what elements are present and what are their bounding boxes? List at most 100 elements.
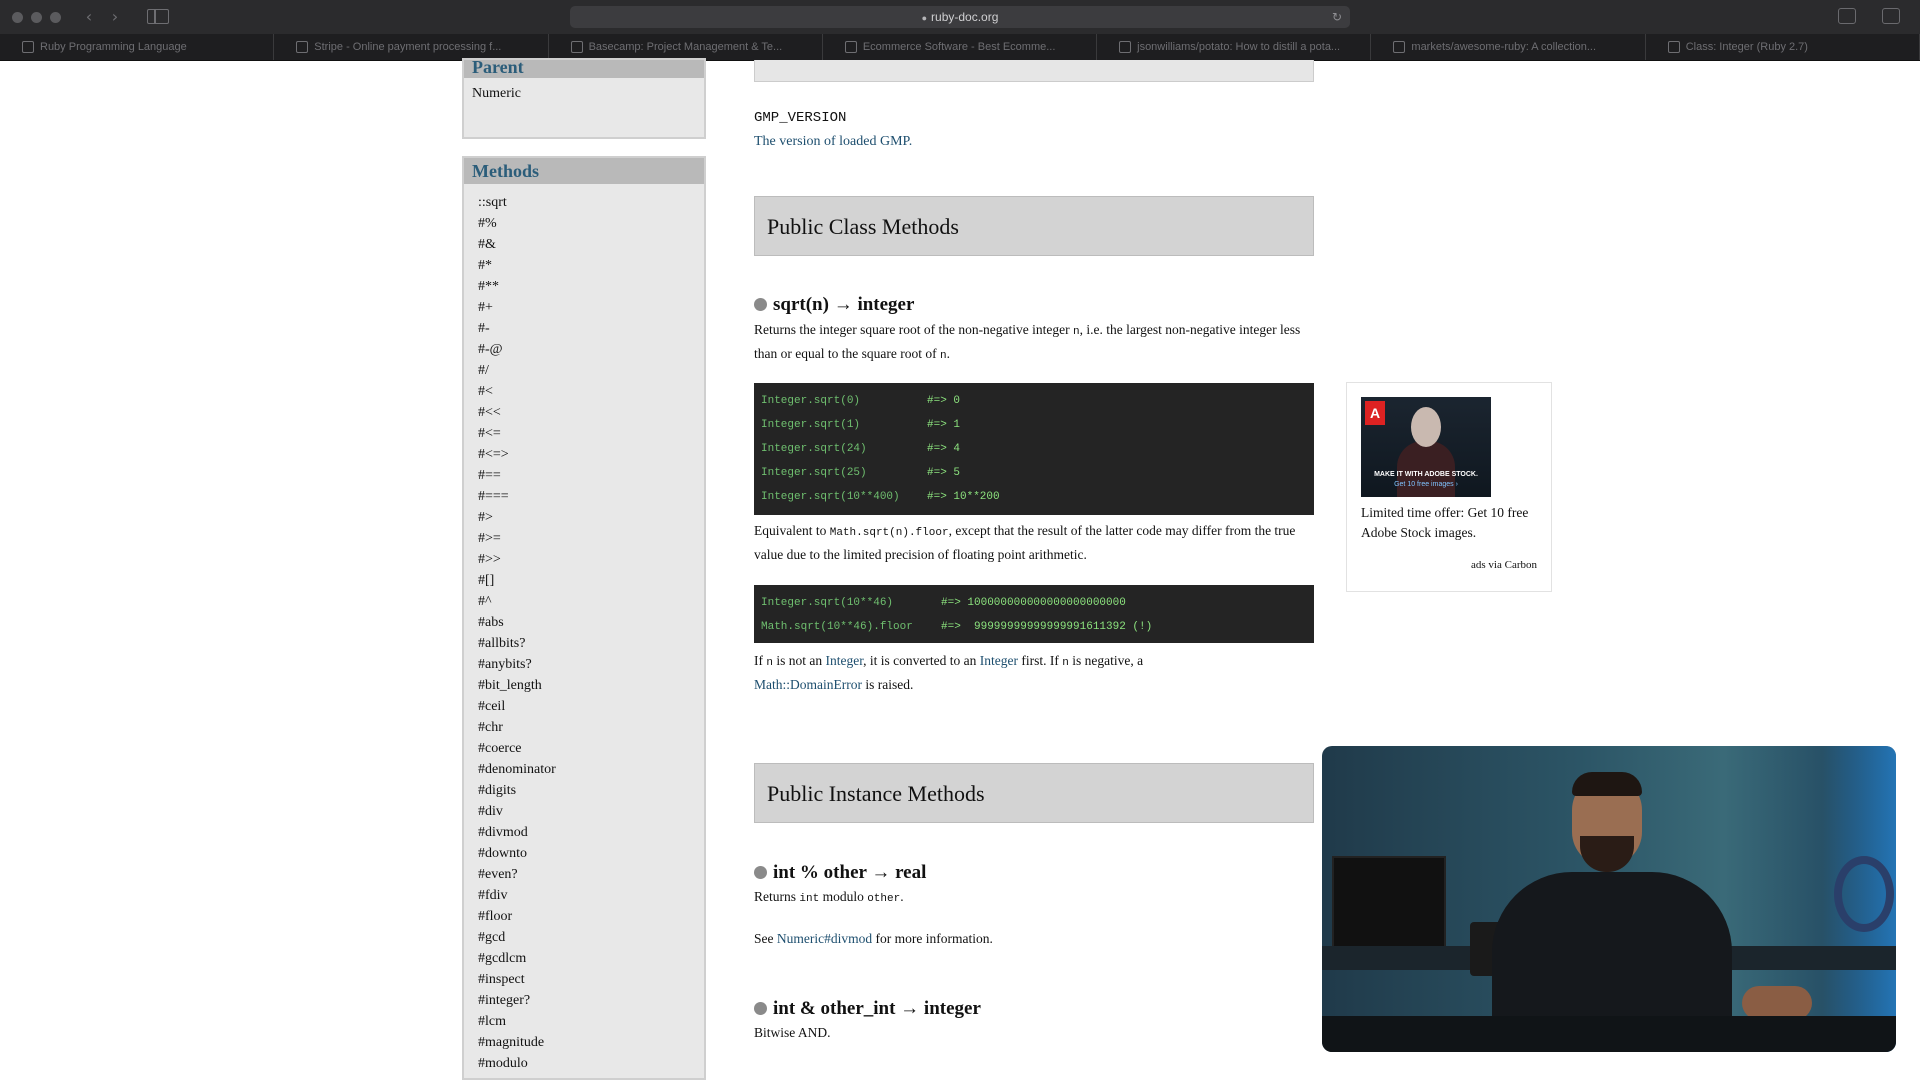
method-link[interactable]: #* [478,255,704,276]
back-arrow-icon[interactable]: ‹ [78,7,100,27]
method-link[interactable]: #> [478,507,704,528]
method-link[interactable]: #[] [478,570,704,591]
method-link[interactable]: #anybits? [478,654,704,675]
method-link[interactable]: #even? [478,864,704,885]
close-window-icon[interactable] [12,12,23,23]
method-link[interactable]: #>> [478,549,704,570]
methods-box: Methods ::sqrt #% #& #* #** #+ #- #-@ #/#< #<< #<=… [462,156,706,1080]
tab-bar: Ruby Programming Language Stripe - Onlin… [0,34,1920,61]
method-link[interactable]: #<= [478,423,704,444]
favicon-icon [1393,41,1406,53]
code-line: Integer.sqrt(1) #=> 1 [761,413,1307,437]
modulo-description: Returns int modulo other. [754,889,904,905]
method-link[interactable]: #allbits? [478,633,704,654]
video-monitor [1332,856,1446,950]
address-bar[interactable]: ● ruby-doc.org ↻ [570,6,1350,28]
code-result: #=> 0 [927,395,961,407]
method-link[interactable]: #-@ [478,339,704,360]
favicon-icon [22,41,34,53]
method-link[interactable]: #abs [478,612,704,633]
numeric-divmod-link[interactable]: Numeric#divmod [777,931,872,946]
method-link[interactable]: #bit_length [478,675,704,696]
method-link[interactable]: #<< [478,402,704,423]
instance-methods-heading: Public Instance Methods [754,763,1314,823]
url-text: ruby-doc.org [931,10,999,24]
sqrt-signature[interactable]: sqrt(n) → integer [754,294,914,316]
code-line: Integer.sqrt(24) #=> 4 [761,437,1307,461]
method-link[interactable]: #>= [478,528,704,549]
domain-error-link[interactable]: Math::DomainError [754,677,862,692]
adobe-logo-icon: A [1365,401,1385,425]
method-link[interactable]: #== [478,465,704,486]
sqrt-description: Returns the integer square root of the n… [754,322,1301,362]
method-gear-icon [754,1002,767,1015]
method-link[interactable]: #^ [478,591,704,612]
method-link[interactable]: #coerce [478,738,704,759]
minimize-window-icon[interactable] [31,12,42,23]
method-link[interactable]: #+ [478,297,704,318]
tab-class-integer[interactable]: Class: Integer (Ruby 2.7) [1646,34,1920,60]
method-link[interactable]: #/ [478,360,704,381]
ad-image[interactable]: A MAKE IT WITH ADOBE STOCK. Get 10 free … [1361,397,1491,497]
method-link[interactable]: #lcm [478,1011,704,1032]
method-link[interactable]: #& [478,234,704,255]
sqrt-example-code: Integer.sqrt(0) #=> 0 Integer.sqrt(1) #=> 1… [754,383,1314,515]
method-link[interactable]: #floor [478,906,704,927]
constant-description: The version of loaded GMP. [754,134,913,149]
method-link[interactable]: #inspect [478,969,704,990]
integer-link[interactable]: Integer [825,653,863,668]
sidebar-toggle-icon[interactable] [147,9,169,24]
method-link[interactable]: ::sqrt [478,192,704,213]
code-result: #=> 99999999999999991611392 (!) [941,621,1153,633]
method-link[interactable]: #gcdlcm [478,948,704,969]
video-person-hair [1572,772,1642,796]
method-link[interactable]: #denominator [478,759,704,780]
video-desk [1322,1016,1896,1052]
code-result: #=> 10**200 [927,491,1000,503]
method-link[interactable]: #<=> [478,444,704,465]
code-expression: Integer.sqrt(25) [761,467,867,479]
ad-image-subcaption: Get 10 free images › [1394,481,1458,488]
code-expression: Math.sqrt(10**46).floor [761,621,913,633]
method-link[interactable]: #ceil [478,696,704,717]
method-link[interactable]: #integer? [478,990,704,1011]
ad-text[interactable]: Limited time offer: Get 10 free Adobe St… [1361,503,1541,543]
modulo-signature[interactable]: int % other → real [754,862,926,884]
code-result: #=> 4 [927,443,961,455]
tab-ecommerce[interactable]: Ecommerce Software - Best Ecomme... [823,34,1098,60]
tab-github-potato[interactable]: jsonwilliams/potato: How to distill a po… [1097,34,1372,60]
sqrt-equivalent-note: Equivalent to Math.sqrt(n).floor, except… [754,523,1296,562]
tab-awesome-ruby[interactable]: markets/awesome-ruby: A collection... [1371,34,1646,60]
code-expression: Integer.sqrt(10**400) [761,491,900,503]
bitwise-and-signature[interactable]: int & other_int → integer [754,998,981,1020]
tab-ruby-lang[interactable]: Ruby Programming Language [0,34,275,60]
method-link[interactable]: #magnitude [478,1032,704,1053]
method-link[interactable]: #downto [478,843,704,864]
code-result: #=> 5 [927,467,961,479]
method-link[interactable]: #** [478,276,704,297]
ad-via-carbon[interactable]: ads via Carbon [1471,559,1537,571]
method-link[interactable]: #chr [478,717,704,738]
method-link[interactable]: #modulo [478,1053,704,1074]
method-link[interactable]: #div [478,801,704,822]
integer-link[interactable]: Integer [980,653,1018,668]
share-icon[interactable] [1838,8,1856,24]
reload-icon[interactable]: ↻ [1332,6,1342,28]
tab-overview-icon[interactable] [1882,8,1900,24]
method-link[interactable]: #=== [478,486,704,507]
method-link[interactable]: #gcd [478,927,704,948]
zoom-window-icon[interactable] [50,12,61,23]
methods-list: ::sqrt #% #& #* #** #+ #- #-@ #/#< #<< #<= #<=> #== #… [464,184,704,1074]
tab-basecamp[interactable]: Basecamp: Project Management & Te... [549,34,823,60]
method-link[interactable]: #< [478,381,704,402]
carbon-ad[interactable]: A MAKE IT WITH ADOBE STOCK. Get 10 free … [1346,382,1552,592]
method-link[interactable]: #- [478,318,704,339]
method-link[interactable]: #fdiv [478,885,704,906]
favicon-icon [844,41,857,53]
method-link[interactable]: #digits [478,780,704,801]
webcam-video-overlay[interactable] [1322,746,1896,1052]
forward-arrow-icon[interactable]: › [104,7,126,27]
parent-link[interactable]: Numeric [464,78,704,102]
method-link[interactable]: #divmod [478,822,704,843]
method-link[interactable]: #% [478,213,704,234]
